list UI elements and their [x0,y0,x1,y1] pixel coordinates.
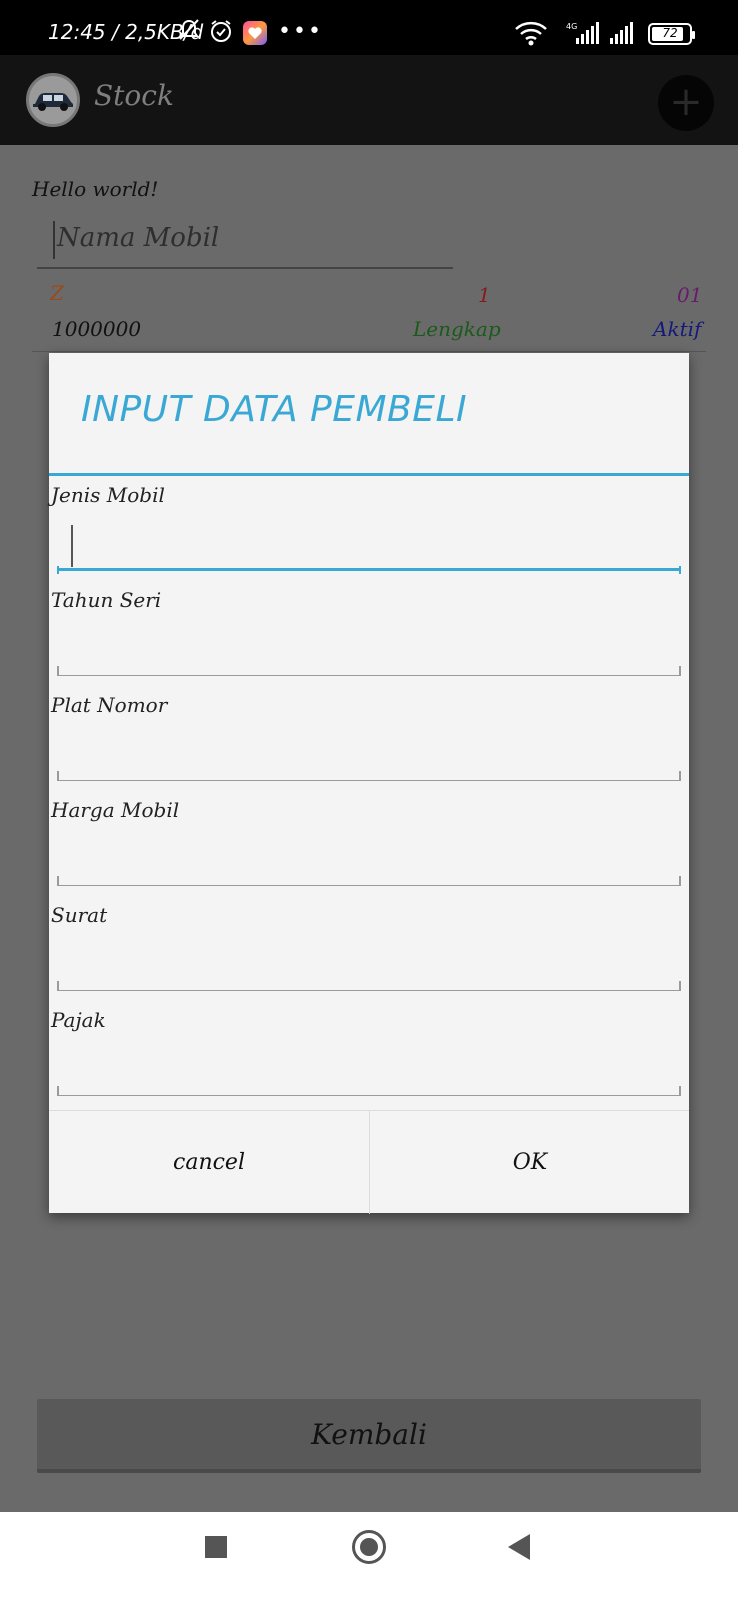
field-plat-nomor: Plat Nomor [49,687,689,792]
kembali-button[interactable]: Kembali [37,1399,701,1473]
input-edge-left [57,771,59,781]
input-edge-left [57,666,59,676]
notifications-muted-icon [176,18,202,46]
surat-input[interactable] [57,939,681,991]
network-type: 4G [566,22,577,31]
row1-col-c: 01 [677,283,703,307]
input-data-dialog: INPUT DATA PEMBELI Jenis Mobil Tahun Ser… [49,353,690,1214]
app-title: Stock [94,79,174,112]
home-icon[interactable] [352,1530,386,1564]
row-divider [32,351,706,352]
pajak-input[interactable] [57,1044,681,1096]
row2-status: Lengkap [413,317,501,341]
row1-col-a: Z [50,281,64,305]
cell-signal-2-icon [608,20,638,50]
car-logo-icon [26,73,80,127]
recents-icon[interactable] [205,1536,227,1558]
dialog-title: INPUT DATA PEMBELI [81,389,468,430]
field-label: Jenis Mobil [51,483,165,507]
status-bar: 12:45 / 2,5KB/d ••• 4G 72 [0,0,738,55]
tahun-seri-input[interactable] [57,624,681,676]
cancel-button[interactable]: cancel [49,1111,369,1214]
input-edge-right [679,566,681,574]
jenis-mobil-input[interactable] [57,519,681,571]
input-edge-right [679,1086,681,1096]
app-notification-icon [243,21,267,45]
dialog-button-bar: cancel OK [49,1110,690,1214]
input-edge-left [57,566,59,574]
input-edge-left [57,981,59,991]
field-label: Tahun Seri [51,588,162,612]
input-edge-right [679,876,681,886]
more-notifications-icon: ••• [278,19,323,44]
field-label: Harga Mobil [51,798,180,822]
input-edge-right [679,771,681,781]
field-surat: Surat [49,897,689,1002]
plat-nomor-input[interactable] [57,729,681,781]
nama-mobil-input[interactable]: Nama Mobil [37,215,453,269]
field-tahun-seri: Tahun Seri [49,582,689,687]
system-nav-bar [0,1512,738,1600]
dialog-title-divider [49,473,689,476]
wifi-icon [514,20,548,50]
text-caret [71,525,73,567]
field-label: Pajak [51,1008,106,1032]
alarm-icon [208,18,234,48]
field-pajak: Pajak [49,1002,689,1107]
ok-button[interactable]: OK [370,1111,690,1214]
field-harga-mobil: Harga Mobil [49,792,689,897]
back-icon[interactable] [508,1534,530,1560]
row1-col-b: 1 [478,283,491,307]
field-jenis-mobil: Jenis Mobil [49,477,689,582]
field-label: Plat Nomor [51,693,168,717]
add-button[interactable]: + [658,75,714,131]
harga-mobil-input[interactable] [57,834,681,886]
cell-signal-1-icon: 4G [562,20,602,50]
row2-active: Aktif [653,317,702,341]
input-edge-left [57,1086,59,1096]
field-label: Surat [51,903,108,927]
nama-mobil-placeholder: Nama Mobil [57,223,220,253]
battery-icon: 72 [648,23,695,45]
hello-text: Hello world! [32,177,159,201]
input-edge-right [679,981,681,991]
input-edge-left [57,876,59,886]
row2-price: 1000000 [52,317,142,341]
app-bar: Stock + [0,55,738,145]
input-edge-right [679,666,681,676]
battery-level: 72 [662,26,678,40]
